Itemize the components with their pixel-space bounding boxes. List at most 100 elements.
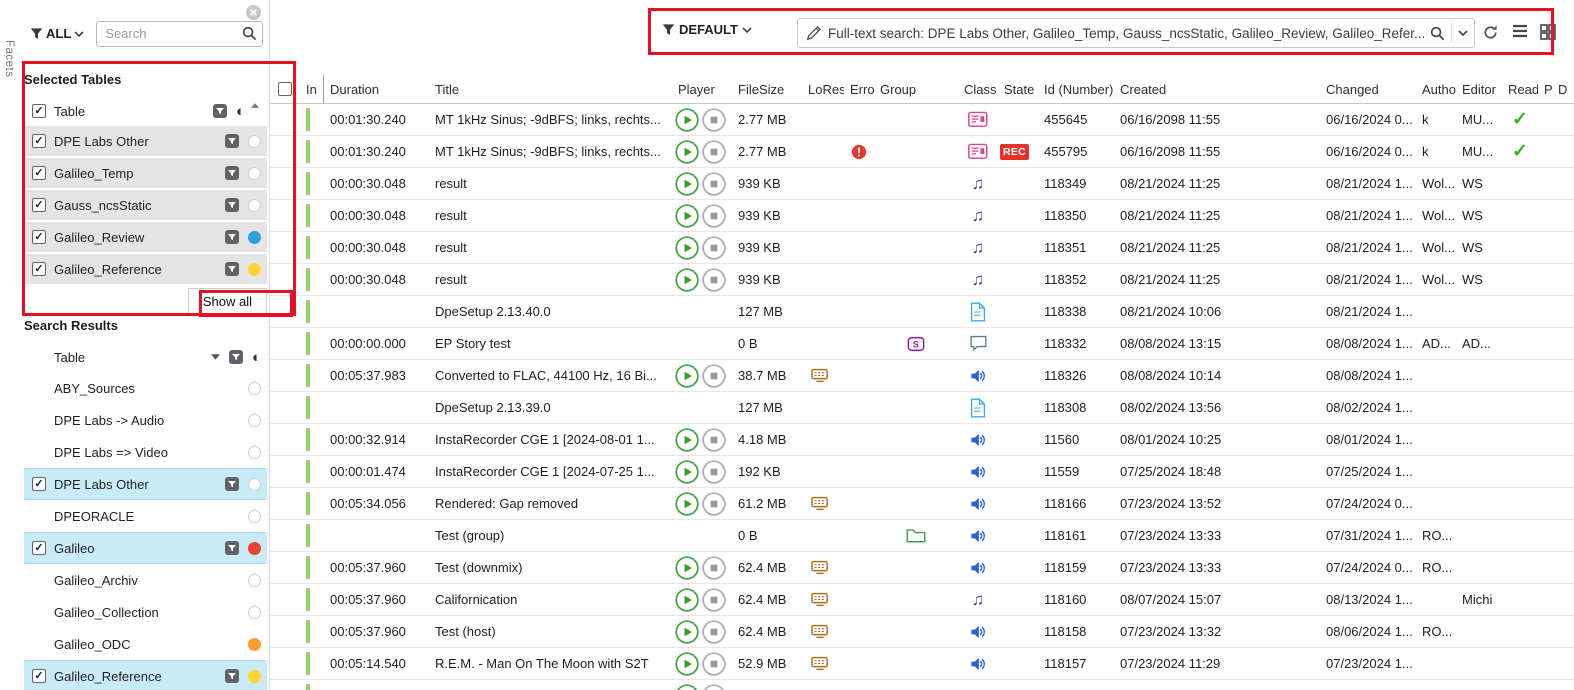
scope-dropdown[interactable]: ALL	[30, 26, 84, 41]
item-checkbox[interactable]	[32, 541, 46, 555]
column-header-filesize[interactable]: FileSize	[732, 75, 802, 103]
search-icon[interactable]	[1430, 26, 1445, 41]
column-header-in[interactable]: In	[300, 75, 324, 103]
item-checkbox[interactable]	[32, 262, 46, 276]
play-button[interactable]	[675, 364, 699, 388]
search-icon[interactable]	[242, 26, 257, 41]
play-button[interactable]	[675, 620, 699, 644]
search-result-item[interactable]: Galileo_Collection	[24, 596, 267, 628]
table-filter-icon[interactable]	[224, 261, 240, 277]
search-results-header-row[interactable]: Table ◐	[24, 342, 267, 372]
table-row[interactable]	[270, 680, 1574, 690]
stop-button[interactable]	[702, 364, 726, 388]
table-filter-icon[interactable]	[224, 668, 240, 684]
edit-icon[interactable]	[806, 25, 822, 41]
stop-button[interactable]	[702, 556, 726, 580]
table-filter-icon[interactable]	[224, 197, 240, 213]
dropdown-caret-icon[interactable]	[211, 354, 220, 360]
play-button[interactable]	[675, 172, 699, 196]
play-button[interactable]	[675, 108, 699, 132]
contrast-toggle-icon[interactable]: ◐	[252, 350, 261, 365]
table-filter-icon[interactable]	[228, 349, 244, 365]
stop-button[interactable]	[702, 140, 726, 164]
stop-button[interactable]	[702, 108, 726, 132]
stop-button[interactable]	[702, 684, 726, 690]
stop-button[interactable]	[702, 492, 726, 516]
column-header-p[interactable]: P	[1538, 75, 1552, 103]
table-row[interactable]: 00:01:30.240MT 1kHz Sinus; -9dBFS; links…	[270, 136, 1574, 168]
table-row[interactable]: 00:05:34.056Rendered: Gap removed61.2 MB…	[270, 488, 1574, 520]
search-result-item[interactable]: Galileo_Archiv	[24, 564, 267, 596]
refresh-icon[interactable]	[1482, 24, 1500, 42]
contrast-toggle-icon[interactable]: ◐	[236, 104, 245, 119]
column-header-changed[interactable]: Changed	[1320, 75, 1416, 103]
column-header-d[interactable]: D	[1552, 75, 1574, 103]
item-checkbox[interactable]	[32, 230, 46, 244]
facets-tab-label[interactable]: Facets	[3, 40, 15, 78]
fulltext-search-input[interactable]	[828, 26, 1424, 41]
stop-button[interactable]	[702, 460, 726, 484]
play-button[interactable]	[675, 140, 699, 164]
play-button[interactable]	[675, 268, 699, 292]
close-icon[interactable]	[245, 4, 262, 21]
selected-table-item[interactable]: Galileo_Reference	[24, 254, 267, 286]
list-view-icon[interactable]	[1512, 24, 1530, 42]
table-filter-icon[interactable]	[224, 229, 240, 245]
table-row[interactable]: 00:00:32.914InstaRecorder CGE 1 [2024-08…	[270, 424, 1574, 456]
table-row[interactable]: 00:00:30.048result939 KB♫11835008/21/202…	[270, 200, 1574, 232]
play-button[interactable]	[675, 428, 699, 452]
column-header-duration[interactable]: Duration	[324, 75, 429, 103]
table-row[interactable]: 00:00:01.474InstaRecorder CGE 1 [2024-07…	[270, 456, 1574, 488]
stop-button[interactable]	[702, 172, 726, 196]
column-header-player[interactable]: Player	[672, 75, 732, 103]
play-button[interactable]	[675, 556, 699, 580]
table-row[interactable]: 00:00:30.048result939 KB♫11835208/21/202…	[270, 264, 1574, 296]
selected-table-item[interactable]: Galileo_Temp	[24, 158, 267, 190]
search-result-item[interactable]: Galileo_ODC	[24, 628, 267, 660]
search-result-item[interactable]: Galileo_Reference	[24, 660, 267, 690]
stop-button[interactable]	[702, 236, 726, 260]
table-row[interactable]: 00:00:30.048result939 KB♫11834908/21/202…	[270, 168, 1574, 200]
item-checkbox[interactable]	[32, 198, 46, 212]
play-button[interactable]	[675, 236, 699, 260]
select-all-checkbox[interactable]	[278, 82, 292, 96]
stop-button[interactable]	[702, 588, 726, 612]
selected-table-item[interactable]: DPE Labs Other	[24, 126, 267, 158]
stop-button[interactable]	[702, 204, 726, 228]
selected-table-item[interactable]: Gauss_ncsStatic	[24, 190, 267, 222]
table-row[interactable]: 00:05:37.960Test (downmix)62.4 MB1181590…	[270, 552, 1574, 584]
play-button[interactable]	[675, 684, 699, 690]
grid-view-icon[interactable]	[1540, 24, 1558, 42]
selected-tables-header-row[interactable]: Table ◐	[24, 96, 267, 126]
column-header-error[interactable]: Error	[844, 75, 874, 103]
table-row[interactable]: 00:00:30.048result939 KB♫11835108/21/202…	[270, 232, 1574, 264]
play-button[interactable]	[675, 652, 699, 676]
column-header-lores[interactable]: LoRes	[802, 75, 844, 103]
table-row[interactable]: 00:05:37.983Converted to FLAC, 44100 Hz,…	[270, 360, 1574, 392]
table-row[interactable]: 00:00:00.000EP Story test0 BS11833208/08…	[270, 328, 1574, 360]
stop-button[interactable]	[702, 652, 726, 676]
stop-button[interactable]	[702, 620, 726, 644]
item-checkbox[interactable]	[32, 166, 46, 180]
item-checkbox[interactable]	[32, 669, 46, 683]
table-row[interactable]: 00:05:14.540R.E.M. - Man On The Moon wit…	[270, 648, 1574, 680]
search-options-chevron-icon[interactable]	[1458, 30, 1468, 36]
search-result-item[interactable]: Galileo	[24, 532, 267, 564]
column-header-editor[interactable]: Editor	[1456, 75, 1502, 103]
play-button[interactable]	[675, 204, 699, 228]
table-filter-icon[interactable]	[212, 103, 228, 119]
table-row[interactable]: Test (group)0 B11816107/23/2024 13:3307/…	[270, 520, 1574, 552]
search-result-item[interactable]: DPE Labs -> Audio	[24, 404, 267, 436]
column-header-read[interactable]: Read	[1502, 75, 1538, 103]
facet-search-input[interactable]	[96, 21, 263, 47]
show-all-button[interactable]: Show all	[188, 288, 267, 314]
column-header-class[interactable]: Class	[958, 75, 998, 103]
table-row[interactable]: 00:05:37.960Californication62.4 MB♫11816…	[270, 584, 1574, 616]
column-header-id[interactable]: Id (Number)	[1038, 75, 1114, 103]
filter-preset-dropdown[interactable]: DEFAULT	[662, 22, 752, 37]
table-row[interactable]: 00:01:30.240MT 1kHz Sinus; -9dBFS; links…	[270, 104, 1574, 136]
table-filter-icon[interactable]	[224, 540, 240, 556]
table-filter-icon[interactable]	[224, 165, 240, 181]
play-button[interactable]	[675, 460, 699, 484]
table-filter-icon[interactable]	[224, 133, 240, 149]
